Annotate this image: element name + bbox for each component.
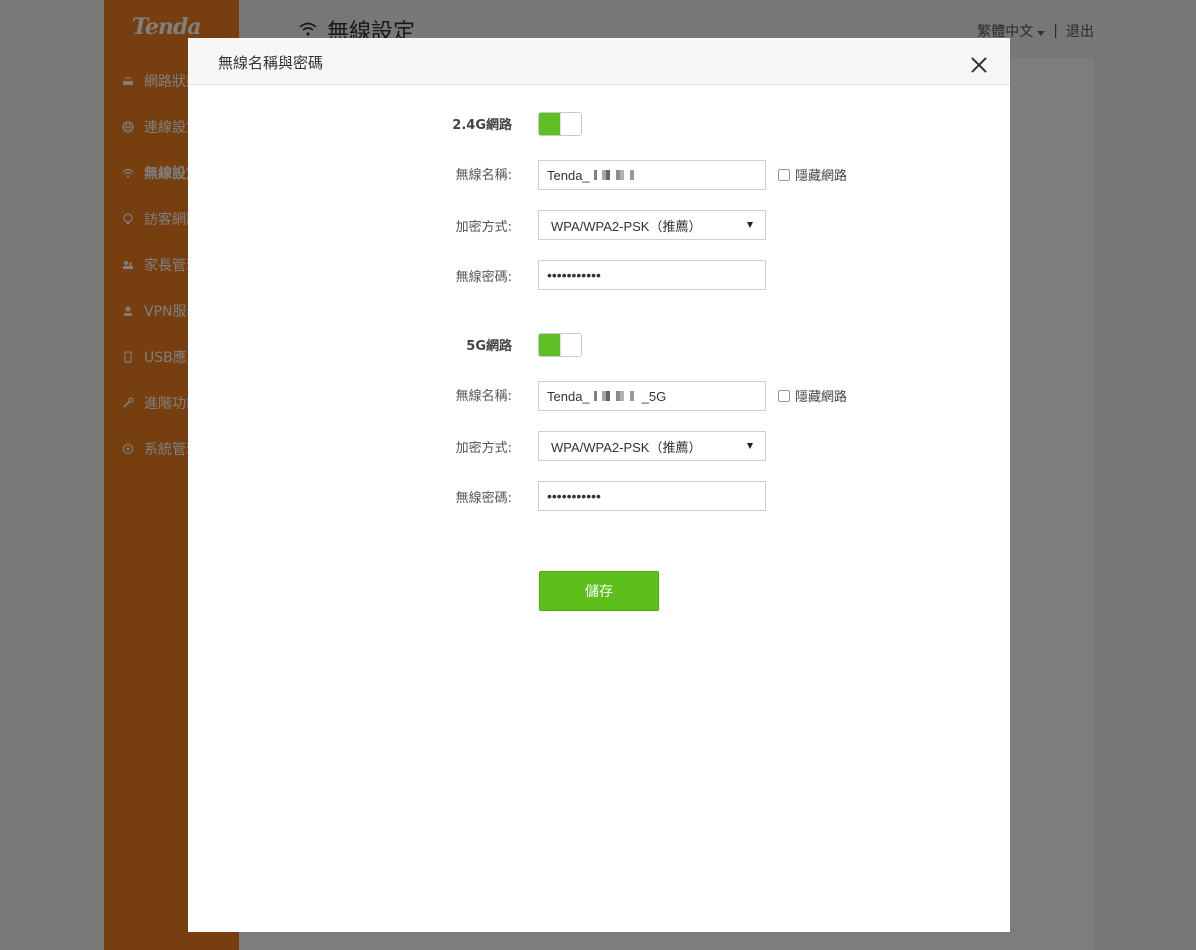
wireless-name-password-dialog: 無線名稱與密碼 2.4G網路 無線名稱: Tenda_ 隱藏網路 加密方式: W… <box>188 38 1010 932</box>
redacted-text <box>593 391 642 401</box>
close-icon[interactable] <box>968 54 990 76</box>
save-button[interactable]: 儲存 <box>539 571 659 611</box>
band24-ssid-label: 無線名稱: <box>455 168 512 183</box>
band5-toggle[interactable] <box>538 333 582 357</box>
band5-password-input[interactable]: ••••••••••• <box>538 481 766 511</box>
band24-hide-checkbox[interactable] <box>778 168 790 181</box>
band5-label: 5G網路 <box>466 339 512 354</box>
modal-header: 無線名稱與密碼 <box>188 38 1010 85</box>
band24-ssid-input[interactable]: Tenda_ <box>538 160 766 190</box>
dropdown-arrow-icon <box>747 443 753 449</box>
toggle-on-state <box>539 334 560 356</box>
band24-enc-select[interactable]: WPA/WPA2-PSK（推薦） <box>538 210 766 240</box>
toggle-on-state <box>539 113 560 135</box>
band24-enc-label: 加密方式: <box>455 220 512 235</box>
band5-hide-network[interactable]: 隱藏網路 <box>778 386 847 405</box>
band5-ssid-label: 無線名稱: <box>455 389 512 404</box>
band5-hide-checkbox[interactable] <box>778 389 790 402</box>
modal-title: 無線名稱與密碼 <box>218 54 324 72</box>
dropdown-arrow-icon <box>747 222 753 228</box>
band24-password-input[interactable]: ••••••••••• <box>538 260 766 290</box>
band5-ssid-input[interactable]: Tenda_ _5G <box>538 381 766 411</box>
band5-enc-label: 加密方式: <box>455 441 512 456</box>
band24-label: 2.4G網路 <box>452 118 512 133</box>
toggle-knob <box>560 113 581 135</box>
band24-pw-label: 無線密碼: <box>455 270 512 285</box>
band24-hide-network[interactable]: 隱藏網路 <box>778 165 847 184</box>
band5-pw-label: 無線密碼: <box>455 491 512 506</box>
band24-toggle[interactable] <box>538 112 582 136</box>
redacted-text <box>593 170 638 180</box>
band5-enc-select[interactable]: WPA/WPA2-PSK（推薦） <box>538 431 766 461</box>
toggle-knob <box>560 334 581 356</box>
